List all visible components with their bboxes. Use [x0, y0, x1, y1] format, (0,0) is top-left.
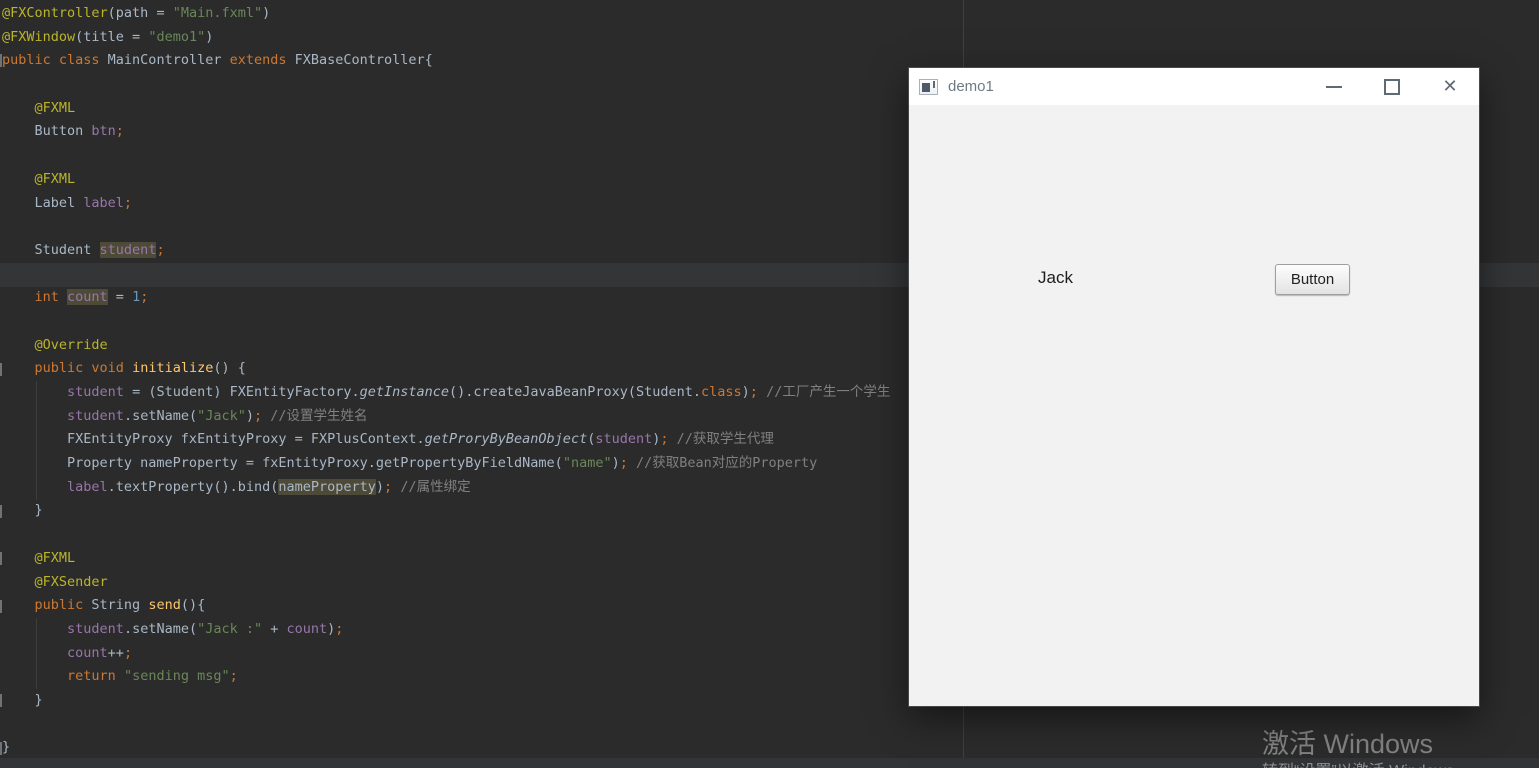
javafx-window-icon[interactable]: [919, 79, 938, 95]
code-line: @FXML: [2, 547, 890, 571]
window-controls: ✕: [1305, 68, 1479, 105]
code-line: @FXML: [2, 97, 890, 121]
maximize-button[interactable]: [1363, 68, 1421, 105]
fold-marker-icon[interactable]: [0, 600, 2, 613]
code-line: int count = 1;: [2, 286, 890, 310]
activate-windows-hint: 转到“设置”以激活 Windows: [1262, 757, 1454, 768]
code-line: Label label;: [2, 192, 890, 216]
code-line: @FXController(path = "Main.fxml"): [2, 2, 890, 26]
code-line: @FXWindow(title = "demo1"): [2, 26, 890, 50]
code-line: }: [2, 689, 890, 713]
code-line: [2, 73, 890, 97]
code-line: [2, 215, 890, 239]
fold-marker-icon[interactable]: [0, 363, 2, 376]
maximize-icon: [1384, 79, 1400, 95]
send-button[interactable]: Button: [1275, 264, 1350, 295]
close-icon: ✕: [1442, 78, 1457, 96]
code-line: Button btn;: [2, 120, 890, 144]
fold-marker-icon[interactable]: [0, 552, 2, 565]
code-line: @FXSender: [2, 571, 890, 595]
code-line: [2, 523, 890, 547]
fold-marker-icon[interactable]: [0, 505, 2, 518]
code-line: [2, 263, 890, 287]
fold-marker-icon[interactable]: [0, 694, 2, 707]
code-line: @FXML: [2, 168, 890, 192]
code-editor-area[interactable]: @FXController(path = "Main.fxml")@FXWind…: [2, 2, 890, 760]
ide-screen: @FXController(path = "Main.fxml")@FXWind…: [0, 0, 1539, 768]
code-line: public void initialize() {: [2, 357, 890, 381]
code-line: return "sending msg";: [2, 665, 890, 689]
minimize-icon: [1326, 86, 1342, 88]
demo1-window: demo1 ✕ Jack Button: [909, 68, 1479, 706]
code-line: [2, 713, 890, 737]
code-line: student = (Student) FXEntityFactory.getI…: [2, 381, 890, 405]
code-line: count++;: [2, 642, 890, 666]
name-label: Jack: [1038, 268, 1073, 288]
code-line: @Override: [2, 334, 890, 358]
close-button[interactable]: ✕: [1421, 68, 1479, 105]
code-line: }: [2, 499, 890, 523]
fold-marker-icon[interactable]: [0, 54, 2, 67]
code-line: public class MainController extends FXBa…: [2, 49, 890, 73]
code-line: FXEntityProxy fxEntityProxy = FXPlusCont…: [2, 428, 890, 452]
code-line: public String send(){: [2, 594, 890, 618]
code-line: }: [2, 736, 890, 760]
code-line: Property nameProperty = fxEntityProxy.ge…: [2, 452, 890, 476]
window-title: demo1: [948, 78, 994, 95]
fold-marker-icon[interactable]: [0, 742, 2, 755]
activate-windows-watermark: 激活 Windows: [1262, 722, 1433, 761]
code-line: student.setName("Jack"); //设置学生姓名: [2, 405, 890, 429]
code-line: label.textProperty().bind(nameProperty);…: [2, 476, 890, 500]
code-line: [2, 310, 890, 334]
code-line: student.setName("Jack :" + count);: [2, 618, 890, 642]
code-line: [2, 144, 890, 168]
window-title-bar[interactable]: demo1 ✕: [909, 68, 1479, 105]
code-line: Student student;: [2, 239, 890, 263]
minimize-button[interactable]: [1305, 68, 1363, 105]
